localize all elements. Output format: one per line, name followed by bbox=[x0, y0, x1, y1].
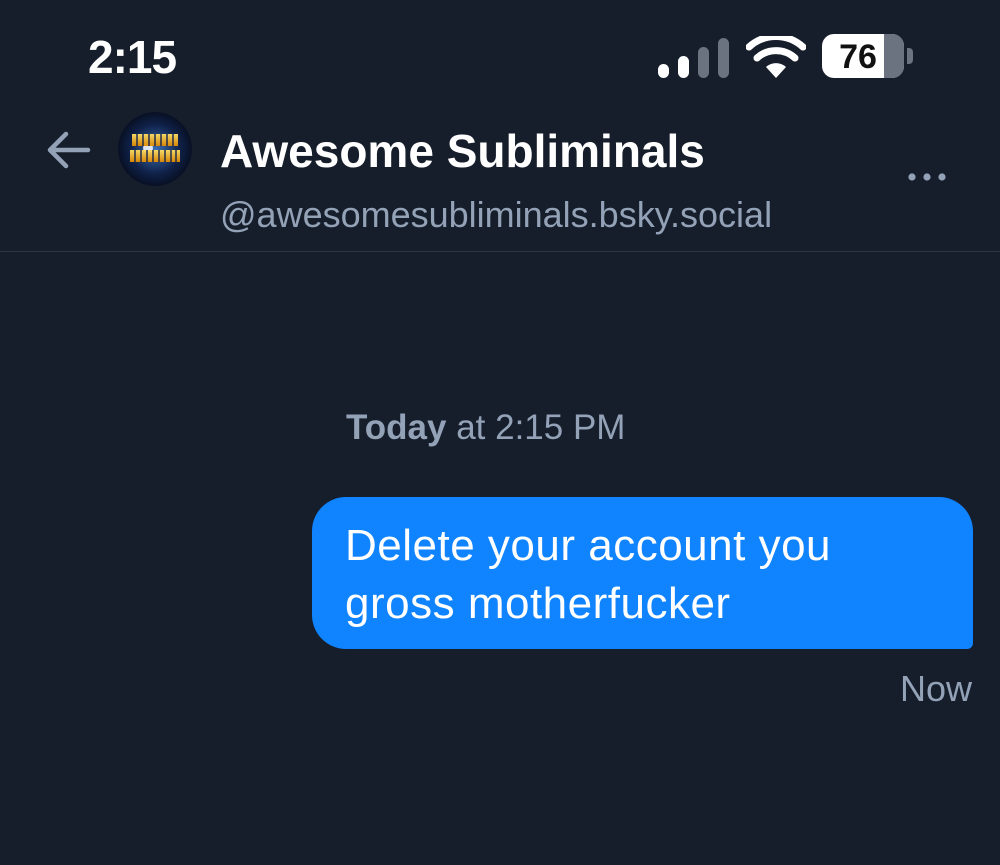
date-separator-day: Today bbox=[346, 408, 447, 447]
battery-icon: 76 bbox=[822, 34, 914, 80]
ellipsis-icon[interactable] bbox=[904, 160, 950, 194]
wifi-icon bbox=[746, 36, 806, 78]
message-bubble[interactable]: Delete your account you gross motherfuck… bbox=[312, 497, 973, 649]
battery-body: 76 bbox=[822, 34, 904, 78]
chat-screen: 2:15 76 Awesome Subliminals @awesomesubl… bbox=[0, 0, 1000, 865]
message-text: Delete your account you gross motherfuck… bbox=[345, 521, 832, 628]
battery-level: 76 bbox=[839, 38, 877, 76]
avatar[interactable] bbox=[118, 112, 192, 186]
arrow-left-icon[interactable] bbox=[44, 128, 92, 172]
battery-tip bbox=[907, 48, 913, 64]
status-time: 2:15 bbox=[88, 31, 177, 83]
header-divider bbox=[0, 251, 1000, 252]
conversation-title[interactable]: Awesome Subliminals bbox=[220, 124, 705, 178]
message-timestamp: Now bbox=[899, 668, 972, 709]
date-separator-time: at 2:15 PM bbox=[446, 408, 626, 447]
user-handle: @awesomesubliminals.bsky.social bbox=[220, 194, 773, 235]
cellular-signal-icon bbox=[658, 38, 729, 78]
date-separator: Today at 2:15 PM bbox=[346, 408, 625, 448]
